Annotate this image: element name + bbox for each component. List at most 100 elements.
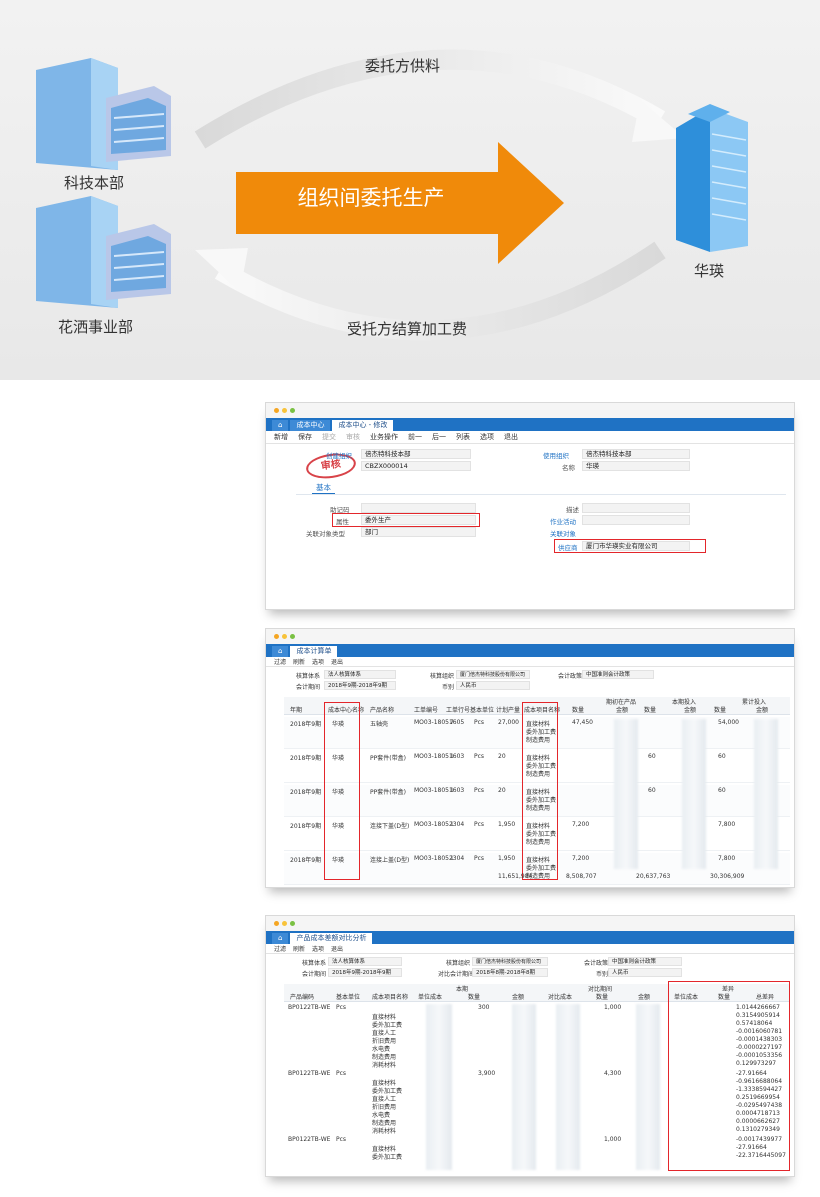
tab-cost-center-edit[interactable]: 成本中心 - 修改	[332, 420, 394, 431]
period-field[interactable]: 2018年9期-2018年9期	[324, 681, 396, 690]
column-header[interactable]: 单位成本	[418, 992, 442, 1001]
acct-policy-field[interactable]: 中国准则会计政策	[608, 957, 682, 966]
column-header[interactable]: 成本项目名称	[372, 992, 408, 1001]
acct-system-field[interactable]: 法人核算体系	[328, 957, 402, 966]
period-field[interactable]: 2018年9期-2018年9期	[328, 968, 402, 977]
column-header[interactable]: 年期	[290, 705, 302, 714]
activity-label[interactable]: 作业活动	[550, 516, 576, 526]
use-org-field[interactable]: 倍杰特科技本部	[582, 449, 690, 459]
new-button[interactable]: 新增	[274, 432, 288, 442]
prev-button[interactable]: 前一	[408, 432, 422, 442]
code-field[interactable]: CBZX000014	[361, 461, 471, 471]
column-header[interactable]: 数量	[644, 705, 656, 714]
toolbar: 新增 保存 提交 审核 业务操作 前一 后一 列表 选项 退出	[266, 431, 794, 444]
desc-field[interactable]	[582, 503, 690, 513]
window-dot-icon[interactable]	[290, 921, 295, 926]
window-dot-icon[interactable]	[282, 408, 287, 413]
refresh-button[interactable]: 刷新	[293, 657, 305, 666]
currency-field[interactable]: 人民币	[456, 681, 530, 690]
row-unit: Pcs	[474, 855, 485, 862]
column-header[interactable]: 产品编码	[290, 992, 314, 1001]
column-header[interactable]: 工单行号	[446, 705, 470, 714]
total-cell: 8,508,707	[566, 873, 597, 880]
row-unit: Pcs	[336, 1136, 347, 1143]
currency-field[interactable]: 人民币	[608, 968, 682, 977]
row-qty-total: 7,800	[718, 821, 736, 828]
exit-button[interactable]: 退出	[331, 657, 343, 666]
row-qty-total: 60	[718, 787, 726, 794]
create-org-field[interactable]: 倍杰特科技本部	[361, 449, 471, 459]
tab-cost-center[interactable]: 成本中心	[290, 420, 331, 431]
window-dot-icon[interactable]	[282, 921, 287, 926]
options-button[interactable]: 选项	[480, 432, 494, 442]
acct-policy-label: 会计政策	[584, 960, 609, 967]
exit-button[interactable]: 退出	[504, 432, 518, 442]
row-line: 1	[450, 855, 454, 862]
save-button[interactable]: 保存	[298, 432, 312, 442]
list-button[interactable]: 列表	[456, 432, 470, 442]
column-header[interactable]: 数量	[596, 992, 608, 1001]
business-ops-button[interactable]: 业务操作	[370, 432, 398, 442]
cmp-period-field[interactable]: 2018年8期-2018年8期	[472, 968, 548, 977]
assoc-type-select[interactable]: 部门	[361, 527, 476, 537]
audit-button[interactable]: 审核	[346, 432, 360, 442]
row-unit: Pcs	[474, 821, 485, 828]
acct-system-field[interactable]: 法人核算体系	[324, 670, 396, 679]
row-qty-total: 60	[718, 753, 726, 760]
column-header[interactable]: 金额	[512, 992, 524, 1001]
column-header[interactable]: 数量	[714, 705, 726, 714]
home-icon[interactable]: ⌂	[272, 420, 289, 431]
window-dot-icon[interactable]	[274, 408, 279, 413]
tab-cost-calc[interactable]: 成本计算单	[290, 646, 338, 657]
window-titlebar	[266, 403, 794, 418]
column-header[interactable]: 基本单位	[336, 992, 360, 1001]
column-header[interactable]: 数量	[468, 992, 480, 1001]
column-header[interactable]: 工单编号	[414, 705, 438, 714]
name-field[interactable]: 华瑛	[582, 461, 690, 471]
filter-button[interactable]: 过滤	[274, 657, 286, 666]
row-product: 连接上盖(D型)	[370, 857, 410, 864]
column-header[interactable]: 金额	[756, 705, 768, 714]
home-icon[interactable]: ⌂	[272, 933, 289, 944]
exit-button[interactable]: 退出	[331, 944, 343, 953]
mnemonic-field[interactable]	[361, 503, 476, 513]
period-label: 会计期间	[296, 684, 321, 691]
report-body: 核算体系 法人核算体系 会计期间 2018年9期-2018年9期 核算组织 厦门…	[266, 667, 794, 885]
group-header: 本期	[456, 986, 469, 993]
filter-button[interactable]: 过滤	[274, 944, 286, 953]
column-header[interactable]: 计划产量	[496, 705, 520, 714]
tab-cost-diff[interactable]: 产品成本差额对比分析	[290, 933, 373, 944]
row-line: 7	[450, 719, 454, 726]
row-period: 2018年9期	[290, 755, 322, 762]
options-button[interactable]: 选项	[312, 657, 324, 666]
row-product-code: BP0122TB-WE	[288, 1004, 331, 1011]
next-button[interactable]: 后一	[432, 432, 446, 442]
assoc-obj-label[interactable]: 关联对象	[550, 528, 576, 538]
row-line: 1	[450, 821, 454, 828]
refresh-button[interactable]: 刷新	[293, 944, 305, 953]
window-dot-icon[interactable]	[290, 634, 295, 639]
window-dot-icon[interactable]	[290, 408, 295, 413]
column-header[interactable]: 数量	[572, 705, 584, 714]
window-dot-icon[interactable]	[274, 634, 279, 639]
row-order: MO03-18051605	[414, 719, 465, 726]
row-line: 1	[450, 753, 454, 760]
window-dot-icon[interactable]	[282, 634, 287, 639]
column-header[interactable]: 金额	[684, 705, 696, 714]
column-header[interactable]: 金额	[638, 992, 650, 1001]
column-header[interactable]: 金额	[616, 705, 628, 714]
column-header[interactable]: 基本单位	[470, 705, 494, 714]
acct-system-label: 核算体系	[302, 960, 327, 967]
window-dot-icon[interactable]	[274, 921, 279, 926]
column-header[interactable]: 对比成本	[548, 992, 572, 1001]
options-button[interactable]: 选项	[312, 944, 324, 953]
column-header[interactable]: 产品名称	[370, 705, 394, 714]
submit-button[interactable]: 提交	[322, 432, 336, 442]
acct-policy-field[interactable]: 中国准则会计政策	[582, 670, 654, 679]
acct-org-field[interactable]: 厦门倍杰特科技股份有限公司	[472, 957, 548, 966]
home-icon[interactable]: ⌂	[272, 646, 289, 657]
activity-field[interactable]	[582, 515, 690, 525]
acct-org-field[interactable]: 厦门倍杰特科技股份有限公司	[456, 670, 530, 679]
row-unit: Pcs	[474, 719, 485, 726]
acct-org-label: 核算组织	[446, 960, 471, 967]
